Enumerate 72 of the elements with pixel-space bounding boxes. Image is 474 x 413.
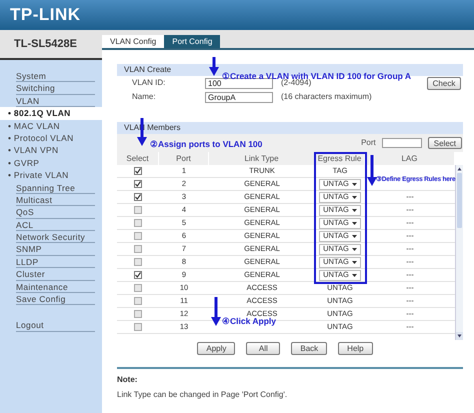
tab[interactable]: VLAN Config	[102, 35, 164, 48]
field-label: VLAN ID:	[131, 77, 166, 89]
sidebar-item[interactable]: LLDP	[16, 256, 95, 268]
column-header: Select	[117, 152, 159, 165]
sidebar-item[interactable]: Network Security	[16, 231, 95, 244]
caret-icon	[352, 222, 357, 224]
caret-icon	[352, 234, 357, 238]
sidebar-item[interactable]: • VLAN VPN	[0, 144, 102, 157]
caret-icon	[352, 196, 357, 198]
checkbox[interactable]	[134, 180, 142, 188]
sidebar-item[interactable]: QoS	[16, 206, 95, 219]
port-label: Port	[361, 137, 376, 149]
down-arrow-icon	[211, 297, 221, 326]
note-title: Note:	[117, 374, 138, 386]
checkbox[interactable]	[134, 206, 142, 214]
checkbox[interactable]	[134, 271, 142, 279]
checkbox[interactable]	[134, 245, 142, 253]
select-button[interactable]: Select	[428, 137, 462, 149]
checkbox[interactable]	[134, 284, 142, 292]
scroll-up-icon[interactable]	[456, 165, 463, 173]
sidebar-item[interactable]: Spanning Tree	[16, 182, 95, 194]
logout-link[interactable]: Logout	[16, 319, 95, 332]
action-button[interactable]: All	[246, 342, 280, 355]
tab[interactable]: Port Config	[164, 35, 220, 48]
checkbox[interactable]	[134, 310, 142, 318]
caret-icon	[352, 260, 357, 264]
sidebar-item[interactable]: Cluster	[16, 268, 95, 281]
sidebar-item[interactable]: Switching	[16, 82, 95, 95]
checkbox[interactable]	[134, 258, 142, 266]
caret-icon	[352, 248, 357, 250]
model-name: TL-SL5428E	[14, 36, 77, 52]
note-text: Link Type can be changed in Page 'Port Config'.	[117, 389, 288, 401]
action-button[interactable]: Back	[291, 342, 328, 355]
scroll-down-icon[interactable]	[456, 332, 463, 340]
checkbox[interactable]	[134, 167, 142, 175]
action-button[interactable]: Apply	[197, 342, 236, 355]
annotation-text: ④Click Apply	[222, 316, 276, 328]
sidebar-item[interactable]: • MAC VLAN	[0, 120, 102, 132]
sidebar-item[interactable]: Save Config	[16, 293, 95, 306]
column-header: Port	[159, 152, 209, 165]
field-label: Name:	[131, 91, 157, 103]
column-header: Egress Rule	[315, 152, 365, 165]
caret-icon	[352, 274, 357, 276]
checkbox[interactable]	[134, 193, 142, 201]
section-title: VLAN Create	[124, 65, 172, 74]
sidebar-item[interactable]: ACL	[16, 218, 95, 232]
sidebar-item[interactable]: • 802.1Q VLAN	[0, 107, 102, 120]
field-hint: (2-4094)	[281, 78, 312, 89]
sidebar-item[interactable]: System	[16, 70, 95, 82]
sidebar-item[interactable]: Multicast	[16, 194, 95, 206]
sidebar-item[interactable]: SNMP	[16, 243, 95, 256]
sidebar-item[interactable]: • GVRP	[0, 156, 102, 170]
checkbox[interactable]	[134, 219, 142, 227]
down-arrow-icon	[367, 155, 377, 186]
sidebar-item[interactable]: • Protocol VLAN	[0, 132, 102, 144]
checkbox[interactable]	[134, 297, 142, 305]
action-button[interactable]: Help	[338, 342, 373, 355]
logo: TP-LINK	[10, 6, 81, 24]
checkbox[interactable]	[134, 323, 142, 331]
scrollbar[interactable]	[455, 165, 463, 340]
sidebar-item[interactable]: • Private VLAN	[0, 169, 102, 182]
field-hint: (16 characters maximum)	[281, 91, 372, 103]
down-arrow-icon	[209, 57, 219, 76]
sidebar-item[interactable]: Maintenance	[16, 280, 95, 294]
checkbox[interactable]	[134, 232, 142, 240]
port-input-field[interactable]	[382, 138, 422, 148]
check-button[interactable]: Check	[427, 76, 461, 90]
caret-icon	[352, 208, 357, 212]
annotation-text: ②Assign ports to VLAN 100	[150, 138, 262, 151]
column-header: Link Type	[209, 152, 315, 165]
input-field[interactable]: GroupA	[205, 92, 273, 102]
caret-icon	[352, 182, 357, 186]
